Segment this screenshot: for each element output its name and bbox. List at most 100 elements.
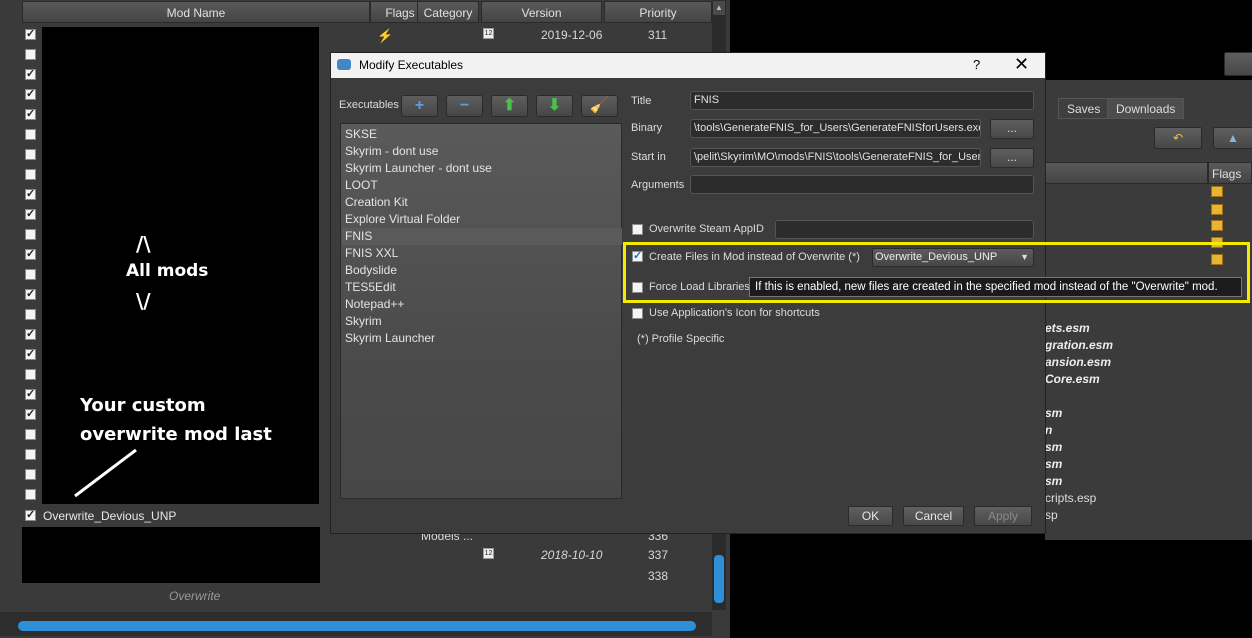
tab-downloads[interactable]: Downloads [1107, 98, 1185, 119]
add-executable-plus-icon[interactable]: + [401, 95, 438, 117]
tab-saves[interactable]: Saves [1058, 98, 1110, 119]
plugin-row[interactable]: ansion.esm [1045, 355, 1111, 369]
move-up-arrow-icon[interactable]: ⬆ [491, 95, 528, 117]
plugin-row[interactable]: cripts.esp [1045, 491, 1096, 505]
executable-item[interactable]: Creation Kit [345, 194, 617, 211]
custom-overwrite-mod-name[interactable]: Overwrite_Devious_UNP [43, 509, 176, 523]
plugin-row[interactable]: gration.esm [1045, 338, 1113, 352]
cancel-button[interactable]: Cancel [903, 506, 964, 526]
scroll-up-arrow-icon[interactable]: ▲ [713, 1, 725, 15]
start-in-field[interactable]: \pelit\Skyrim\MO\mods\FNIS\tools\Generat… [690, 148, 981, 167]
mod-checkbox[interactable] [25, 387, 36, 400]
plugin-row[interactable]: sm [1045, 440, 1062, 454]
executable-item[interactable]: Skyrim - dont use [345, 143, 617, 160]
executable-item[interactable]: Bodyslide [345, 262, 617, 279]
close-icon[interactable]: ✕ [1014, 54, 1029, 75]
plugin-row[interactable]: ets.esm [1045, 321, 1090, 335]
mod-checkbox[interactable] [25, 269, 36, 280]
column-header-plugin-flags[interactable]: Flags [1208, 162, 1252, 184]
dialog-title-bar[interactable]: Modify Executables ? ✕ [331, 53, 1045, 78]
column-header-category[interactable]: Category [417, 1, 479, 23]
version-cell: 2018-10-10 [541, 548, 603, 562]
binary-field[interactable]: \tools\GenerateFNIS_for_Users\GenerateFN… [690, 119, 981, 138]
mod-checkbox[interactable] [25, 129, 36, 140]
browse-start-in-button[interactable]: ... [990, 148, 1034, 168]
move-down-arrow-icon[interactable]: ⬇ [536, 95, 573, 117]
executable-item[interactable]: LOOT [345, 177, 617, 194]
executable-item[interactable]: Explore Virtual Folder [345, 211, 617, 228]
undo-arrow-icon[interactable]: ↶ [1154, 127, 1202, 149]
executable-item[interactable]: SKSE [345, 126, 617, 143]
mod-checkbox[interactable] [25, 429, 36, 440]
executables-label: Executables [339, 99, 399, 111]
column-header-version[interactable]: Version [481, 1, 602, 23]
executable-item[interactable]: Notepad++ [345, 296, 617, 313]
remove-executable-minus-icon[interactable]: − [446, 95, 483, 117]
mod-checkbox[interactable] [25, 287, 36, 300]
mod-checkbox[interactable] [25, 169, 36, 180]
calendar-icon: 12 [483, 548, 494, 559]
executables-list[interactable]: SKSE Skyrim - dont use Skyrim Launcher -… [340, 123, 622, 499]
redacted-mod-names-bottom [22, 527, 320, 583]
mod-checkbox[interactable] [25, 149, 36, 160]
executable-item-selected[interactable]: FNIS [342, 228, 622, 245]
mod-checkbox[interactable] [25, 87, 36, 100]
browse-binary-button[interactable]: ... [990, 119, 1034, 139]
app-icon-label: Use Application's Icon for shortcuts [649, 307, 820, 319]
column-header-priority[interactable]: Priority [604, 1, 712, 23]
arguments-field[interactable] [690, 175, 1034, 194]
column-header-mod-name[interactable]: Mod Name [22, 1, 370, 23]
mod-checkbox[interactable] [25, 407, 36, 420]
background-toolbar-button[interactable] [1224, 52, 1252, 76]
mod-checkbox[interactable] [25, 369, 36, 380]
help-button[interactable]: ? [973, 57, 980, 72]
mod-checkbox[interactable] [25, 207, 36, 220]
executable-item[interactable]: Skyrim Launcher - dont use [345, 160, 617, 177]
plugin-row[interactable]: sm [1045, 457, 1062, 471]
title-field[interactable]: FNIS [690, 91, 1034, 110]
mod-checkbox[interactable] [25, 229, 36, 240]
mod-checkbox[interactable] [25, 309, 36, 320]
plugin-row[interactable]: sm [1045, 474, 1062, 488]
mod-checkbox[interactable] [25, 327, 36, 340]
ok-button[interactable]: OK [848, 506, 893, 526]
highlight-box [623, 242, 1250, 303]
annotation-custom-line1: Your custom [80, 395, 206, 416]
plugin-row[interactable]: n [1045, 423, 1052, 437]
executable-item[interactable]: Skyrim Launcher [345, 330, 617, 347]
flag-icon [1211, 220, 1223, 231]
mod-checkbox[interactable] [25, 247, 36, 260]
plugin-row[interactable]: Core.esm [1045, 372, 1100, 386]
version-cell: 2019-12-06 [541, 28, 603, 42]
profile-specific-note: (*) Profile Specific [637, 333, 725, 345]
horizontal-scroll-thumb[interactable] [18, 621, 696, 631]
apply-button[interactable]: Apply [974, 506, 1032, 526]
vertical-scroll-thumb[interactable] [714, 555, 724, 603]
executable-item[interactable]: TES5Edit [345, 279, 617, 296]
plugin-row[interactable]: sp [1045, 508, 1058, 522]
mod-checkbox[interactable] [25, 469, 36, 480]
executable-item[interactable]: Skyrim [345, 313, 617, 330]
mod-checkbox[interactable] [25, 49, 36, 60]
app-icon-checkbox[interactable] [632, 308, 643, 319]
executable-item[interactable]: FNIS XXL [345, 245, 617, 262]
appid-field[interactable] [775, 220, 1034, 239]
plugin-row[interactable]: sm [1045, 406, 1062, 420]
mod-checkbox[interactable] [25, 27, 36, 40]
column-header-plugin[interactable] [1045, 162, 1208, 184]
clear-broom-icon[interactable]: 🧹 [581, 95, 618, 117]
image-icon[interactable]: ▲ [1213, 127, 1252, 149]
priority-cell: 337 [648, 548, 669, 562]
mod-checkbox[interactable] [25, 347, 36, 360]
annotation-arrow-down: \/ [136, 289, 151, 313]
overwrite-row[interactable]: Overwrite [169, 589, 220, 603]
mod-checkbox[interactable] [25, 489, 36, 500]
mod-checkbox[interactable] [25, 449, 36, 460]
mod-checkbox[interactable] [25, 107, 36, 120]
priority-cell: 311 [648, 28, 668, 42]
start-in-label: Start in [631, 151, 666, 163]
overwrite-appid-checkbox[interactable] [632, 224, 643, 235]
mod-checkbox-custom[interactable] [25, 508, 36, 521]
mod-checkbox[interactable] [25, 187, 36, 200]
mod-checkbox[interactable] [25, 67, 36, 80]
